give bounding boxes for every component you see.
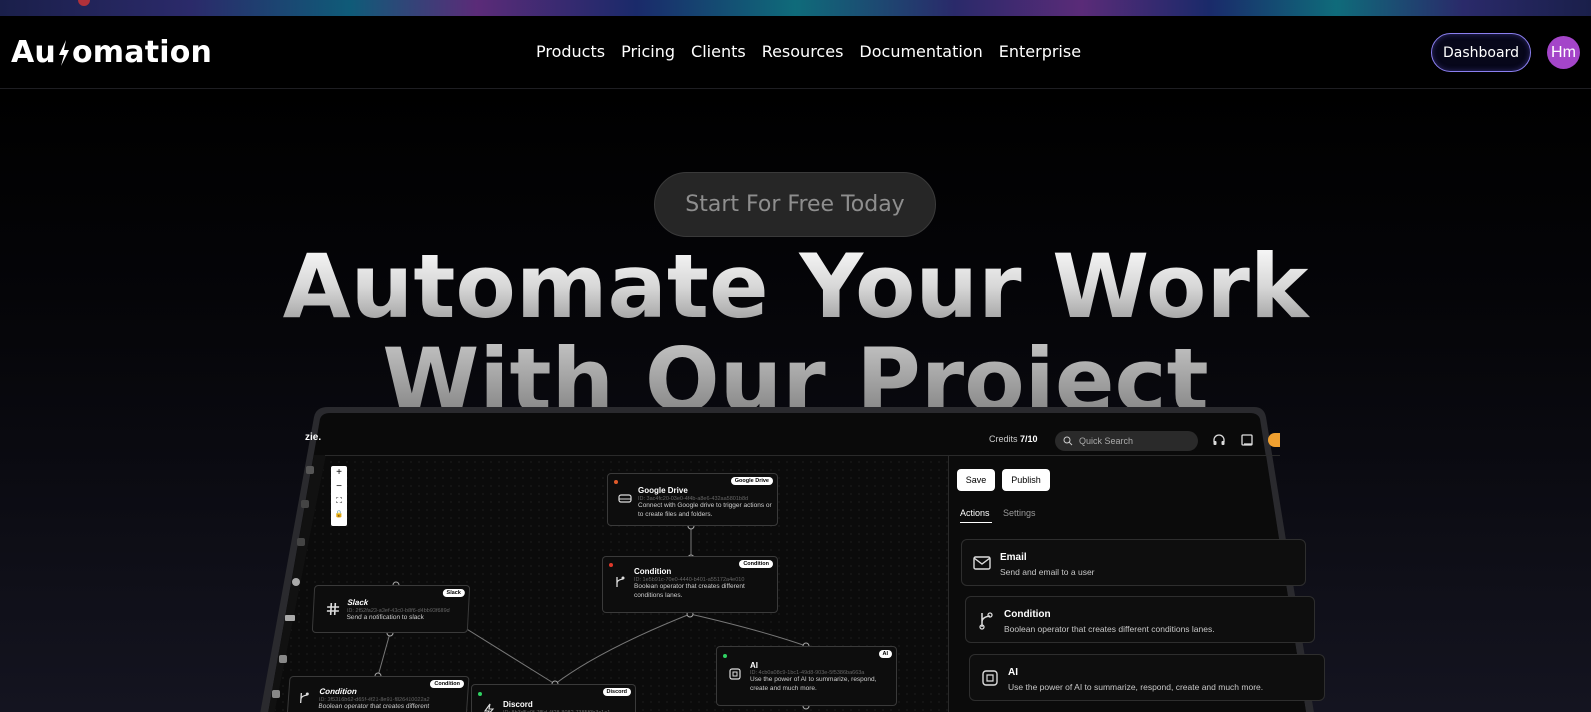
save-button[interactable]: Save (957, 469, 995, 491)
node-badge: Condition (739, 560, 773, 568)
node-badge: Slack (442, 589, 466, 597)
tab-settings[interactable]: Settings (1003, 508, 1036, 518)
node-google-drive[interactable]: Google Drive Google Drive ID: 3ac4fc20-0… (607, 473, 778, 526)
action-card-ai[interactable]: AI Use the power of AI to summarize, res… (969, 654, 1325, 701)
ai-chip-icon (729, 668, 741, 680)
node-title: Condition (319, 687, 358, 696)
status-dot (609, 563, 613, 567)
bolt-icon (483, 703, 495, 712)
action-title: Condition (1004, 609, 1051, 620)
status-dot (478, 692, 482, 696)
node-badge: Condition (430, 680, 465, 688)
node-description: Use the power of AI to summarize, respon… (750, 676, 877, 692)
hard-drive-icon (618, 494, 632, 503)
action-description: Boolean operator that creates different … (1004, 624, 1215, 634)
node-title: Google Drive (638, 486, 688, 495)
node-ai[interactable]: AI AI ID: 4cb0a08c9-1bc1-49d8-903e-5f538… (716, 646, 897, 706)
node-condition-bottom[interactable]: Condition Condition ID: 3f5316b62-d65f-4… (286, 676, 470, 712)
mail-icon (973, 556, 991, 570)
action-description: Use the power of AI to summarize, respon… (1008, 682, 1264, 692)
node-description: Boolean operator that creates different (318, 703, 430, 710)
action-card-condition[interactable]: Condition Boolean operator that creates … (965, 596, 1315, 643)
node-title: Discord (503, 700, 533, 709)
node-condition-top[interactable]: Condition Condition ID: 1e5b91c-70e0-444… (602, 556, 778, 613)
action-card-email[interactable]: Email Send and email to a user (961, 539, 1306, 586)
status-dot (614, 480, 618, 484)
node-description: Boolean operator that creates different … (634, 583, 745, 599)
branch-icon (616, 576, 625, 587)
action-title: AI (1008, 667, 1018, 678)
node-description: Send a notification to slack (346, 614, 425, 621)
node-connectors (374, 522, 810, 710)
active-tab-underline (960, 522, 992, 523)
action-description: Send and email to a user (1000, 567, 1095, 577)
branch-icon (300, 692, 309, 703)
tab-actions[interactable]: Actions (960, 508, 990, 518)
node-description: Connect with Google drive to trigger act… (638, 502, 772, 518)
publish-button[interactable]: Publish (1002, 469, 1050, 491)
branch-icon (979, 612, 993, 630)
node-badge: Discord (602, 688, 631, 696)
slack-icon (326, 603, 340, 615)
node-slack[interactable]: Slack Slack ID: 2f52fa23-a3ef-43c0-b8f6-… (311, 585, 471, 633)
node-title: Slack (347, 598, 369, 607)
ai-chip-icon (982, 670, 998, 686)
node-badge: AI (878, 650, 892, 658)
node-badge: Google Drive (730, 477, 773, 485)
action-title: Email (1000, 552, 1027, 563)
node-title: Condition (634, 567, 672, 576)
node-title: AI (750, 661, 758, 670)
node-discord[interactable]: Discord Discord ID: 8b3d5a0f-7f5d-4f28-8… (471, 684, 636, 712)
status-dot (723, 654, 727, 658)
